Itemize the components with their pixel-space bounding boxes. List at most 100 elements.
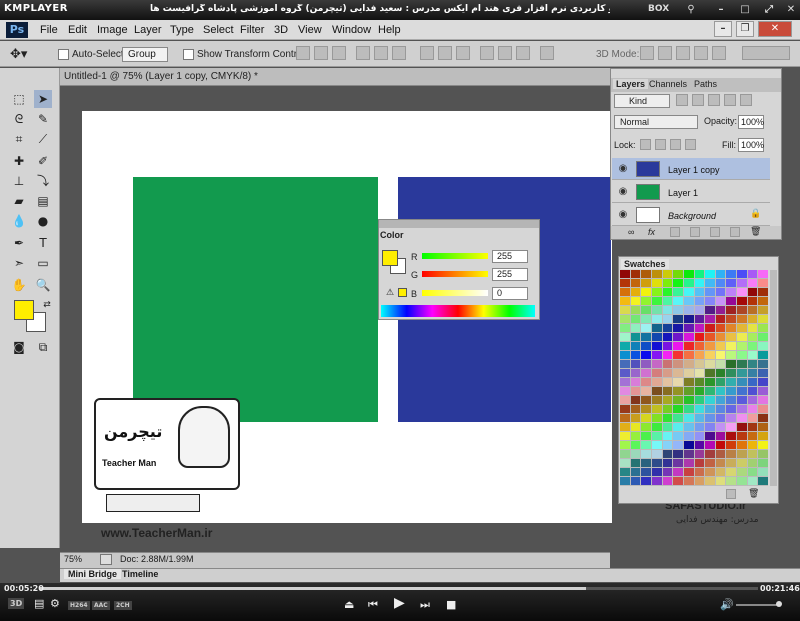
delete-layer-icon[interactable]: 🗑 xyxy=(750,226,761,237)
swatch[interactable] xyxy=(641,306,651,314)
swatch[interactable] xyxy=(758,387,768,395)
swatch[interactable] xyxy=(620,369,630,377)
swatch[interactable] xyxy=(737,333,747,341)
swatch[interactable] xyxy=(662,324,673,332)
swatch[interactable] xyxy=(737,279,747,287)
swatch[interactable] xyxy=(715,324,726,332)
swatch[interactable] xyxy=(683,279,694,287)
swatch[interactable] xyxy=(715,468,726,476)
swatch[interactable] xyxy=(705,405,715,413)
auto-select-checkbox[interactable] xyxy=(58,49,69,60)
gamut-color-chip[interactable] xyxy=(398,288,407,297)
3d-roll-icon[interactable] xyxy=(658,46,672,60)
swatch[interactable] xyxy=(662,270,673,278)
swatch[interactable] xyxy=(673,423,683,431)
swatch[interactable] xyxy=(705,468,715,476)
swatch[interactable] xyxy=(694,351,705,359)
swatch[interactable] xyxy=(705,297,715,305)
swatch[interactable] xyxy=(651,297,662,305)
swatch[interactable] xyxy=(758,396,768,404)
swatch[interactable] xyxy=(758,450,768,458)
swatch[interactable] xyxy=(705,432,715,440)
swatch[interactable] xyxy=(630,279,641,287)
swatch[interactable] xyxy=(705,378,715,386)
swatch[interactable] xyxy=(673,342,683,350)
swatch[interactable] xyxy=(630,351,641,359)
swatch[interactable] xyxy=(641,459,651,467)
swatch[interactable] xyxy=(694,477,705,485)
rectangle-tool-icon[interactable]: ▭ xyxy=(34,254,52,272)
swatch[interactable] xyxy=(758,369,768,377)
swatch[interactable] xyxy=(726,459,737,467)
swatch[interactable] xyxy=(620,432,630,440)
swatch[interactable] xyxy=(651,405,662,413)
swatch[interactable] xyxy=(758,405,768,413)
swatch[interactable] xyxy=(651,387,662,395)
swatch[interactable] xyxy=(758,423,768,431)
align-top-icon[interactable] xyxy=(296,46,310,60)
swatch[interactable] xyxy=(651,477,662,485)
swatch[interactable] xyxy=(726,342,737,350)
swatch[interactable] xyxy=(747,297,758,305)
swatch[interactable] xyxy=(630,423,641,431)
swatch[interactable] xyxy=(737,288,747,296)
fullscreen-icon[interactable]: ⤢ xyxy=(762,3,776,16)
swatch[interactable] xyxy=(683,468,694,476)
blend-mode-dropdown[interactable]: Normal xyxy=(614,115,698,129)
distribute-right-icon[interactable] xyxy=(516,46,530,60)
swatch[interactable] xyxy=(683,306,694,314)
swatch[interactable] xyxy=(747,342,758,350)
swatch[interactable] xyxy=(651,369,662,377)
swatch[interactable] xyxy=(641,333,651,341)
swatch[interactable] xyxy=(641,288,651,296)
swatch[interactable] xyxy=(737,351,747,359)
swatch[interactable] xyxy=(705,396,715,404)
3d-pan-icon[interactable] xyxy=(676,46,690,60)
filter-smart-icon[interactable] xyxy=(740,94,752,106)
swatch[interactable] xyxy=(683,288,694,296)
foreground-color-swatch[interactable] xyxy=(14,300,34,320)
filter-type-icon[interactable] xyxy=(708,94,720,106)
swatch[interactable] xyxy=(737,414,747,422)
swatch[interactable] xyxy=(726,387,737,395)
swatch[interactable] xyxy=(694,414,705,422)
color-panel-title[interactable]: Color xyxy=(380,230,404,240)
swatches-scrollbar[interactable] xyxy=(770,270,777,486)
swatch[interactable] xyxy=(651,459,662,467)
brush-tool-icon[interactable]: ✐ xyxy=(34,152,52,170)
swatch[interactable] xyxy=(651,315,662,323)
move-tool-icon[interactable]: ➤ xyxy=(34,90,52,108)
swatch[interactable] xyxy=(737,360,747,368)
swatch[interactable] xyxy=(737,468,747,476)
swatch[interactable] xyxy=(758,414,768,422)
swatch[interactable] xyxy=(662,441,673,449)
eye-icon[interactable]: ◉ xyxy=(616,209,630,221)
swatch[interactable] xyxy=(715,459,726,467)
swatch[interactable] xyxy=(683,450,694,458)
swap-colors-icon[interactable]: ⇄ xyxy=(38,296,56,314)
swatch[interactable] xyxy=(715,441,726,449)
swatch[interactable] xyxy=(662,342,673,350)
swatch[interactable] xyxy=(673,360,683,368)
swatch[interactable] xyxy=(630,315,641,323)
swatch[interactable] xyxy=(630,387,641,395)
swatch[interactable] xyxy=(758,297,768,305)
swatch[interactable] xyxy=(715,279,726,287)
swatch[interactable] xyxy=(651,306,662,314)
swatch[interactable] xyxy=(726,288,737,296)
swatch[interactable] xyxy=(662,459,673,467)
swatch[interactable] xyxy=(737,369,747,377)
swatch[interactable] xyxy=(620,405,630,413)
swatch[interactable] xyxy=(747,459,758,467)
swatch[interactable] xyxy=(630,333,641,341)
swatch[interactable] xyxy=(705,306,715,314)
swatch[interactable] xyxy=(641,414,651,422)
swatch[interactable] xyxy=(705,351,715,359)
swatch[interactable] xyxy=(673,324,683,332)
swatch[interactable] xyxy=(673,333,683,341)
swatch[interactable] xyxy=(673,270,683,278)
swatch[interactable] xyxy=(694,405,705,413)
swatch[interactable] xyxy=(651,441,662,449)
swatch[interactable] xyxy=(651,396,662,404)
swatch[interactable] xyxy=(726,477,737,485)
